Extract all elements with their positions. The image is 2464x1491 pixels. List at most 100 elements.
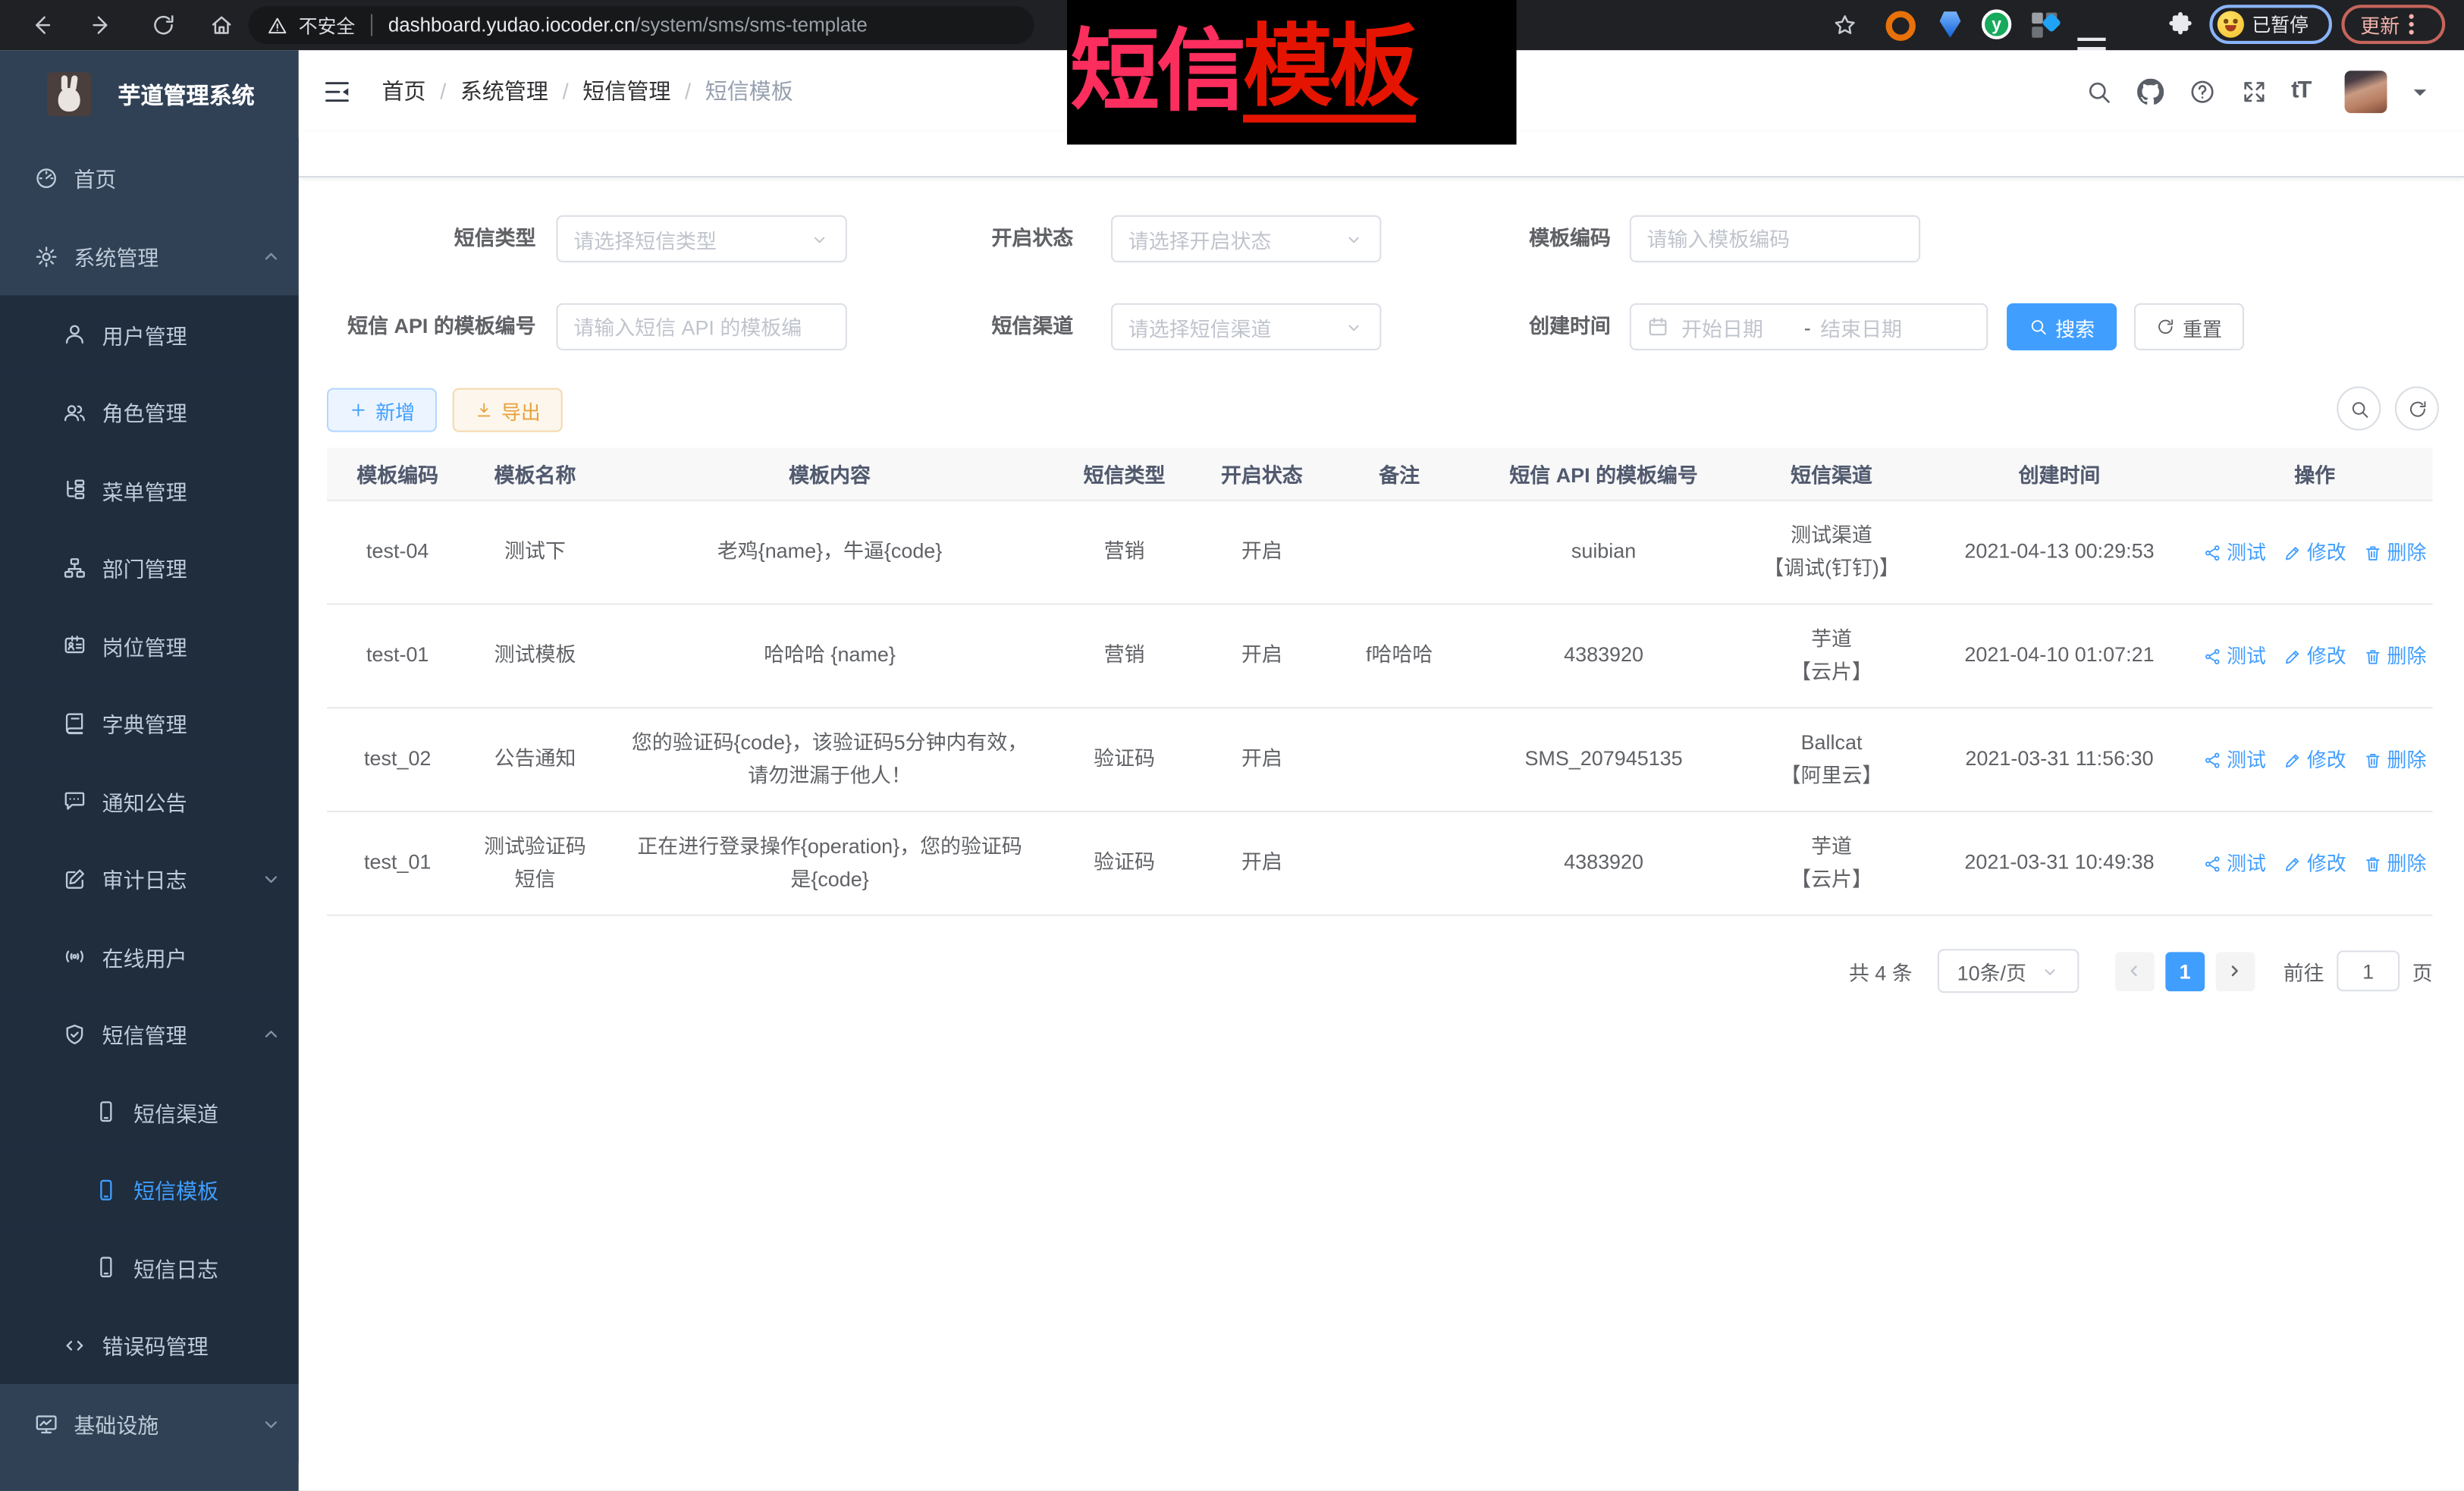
prev-page-button[interactable] bbox=[2115, 951, 2155, 990]
breadcrumb-system[interactable]: 系统管理 bbox=[460, 75, 548, 106]
sidebar-item-dict-mgmt[interactable]: 字典管理 bbox=[0, 684, 299, 762]
browser-update-chip[interactable]: 更新 bbox=[2341, 5, 2445, 44]
sidebar-item-sms-mgmt[interactable]: 短信管理 bbox=[0, 995, 299, 1073]
sidebar-item-post-mgmt[interactable]: 岗位管理 bbox=[0, 607, 299, 685]
end-date-placeholder: 结束日期 bbox=[1820, 312, 1933, 341]
api-template-id-input[interactable] bbox=[557, 303, 847, 350]
sidebar-item-error-code-mgmt[interactable]: 错误码管理 bbox=[0, 1307, 299, 1385]
cell-code: test_02 bbox=[327, 743, 468, 776]
cell-actions: 测试修改删除 bbox=[2197, 848, 2433, 879]
cell-content: 老鸡{name}，牛逼{code} bbox=[602, 536, 1058, 569]
avatar-caret-icon[interactable] bbox=[2414, 89, 2427, 102]
goto-page-input[interactable] bbox=[2337, 950, 2400, 991]
cell-channel: 芋道【云片】 bbox=[1741, 830, 1922, 896]
refresh-icon bbox=[2406, 398, 2427, 419]
breadcrumb-home[interactable]: 首页 bbox=[382, 75, 426, 106]
browser-forward-icon[interactable] bbox=[89, 13, 115, 38]
browser-profile-chip[interactable]: 已暂停 bbox=[2209, 5, 2332, 44]
browser-reload-icon[interactable] bbox=[151, 13, 176, 38]
msg-icon bbox=[63, 789, 86, 812]
extension-pin-icon[interactable] bbox=[1939, 11, 1961, 38]
sidebar-item-dept-mgmt[interactable]: 部门管理 bbox=[0, 529, 299, 607]
fullscreen-icon[interactable] bbox=[2241, 79, 2268, 105]
extensions-puzzle-icon[interactable] bbox=[2167, 11, 2193, 38]
table-row: test_02公告通知您的验证码{code}，该验证码5分钟内有效，请勿泄漏于他… bbox=[327, 708, 2433, 812]
edit-link[interactable]: 修改 bbox=[2284, 848, 2346, 879]
next-page-button[interactable] bbox=[2216, 951, 2255, 990]
sidebar-item-sms-template[interactable]: 短信模板 bbox=[0, 1150, 299, 1229]
extension-y-icon[interactable]: y bbox=[1982, 9, 2011, 39]
status-select[interactable]: 请选择开启状态 bbox=[1111, 215, 1381, 262]
sidebar-item-online-users[interactable]: 在线用户 bbox=[0, 918, 299, 996]
browser-home-icon[interactable] bbox=[209, 13, 234, 38]
github-icon[interactable] bbox=[2137, 79, 2164, 105]
edit-link[interactable]: 修改 bbox=[2284, 640, 2346, 671]
sidebar-item-sms-channel[interactable]: 短信渠道 bbox=[0, 1073, 299, 1151]
bookmark-star-icon[interactable] bbox=[1832, 13, 1857, 38]
url-text: dashboard.yudao.iocoder.cn/system/sms/sm… bbox=[388, 14, 868, 36]
col-remark: 备注 bbox=[1332, 447, 1466, 499]
cell-status: 开启 bbox=[1191, 536, 1332, 569]
date-range-picker[interactable]: 开始日期 - 结束日期 bbox=[1630, 303, 1988, 350]
search-button[interactable]: 搜索 bbox=[2007, 303, 2117, 350]
test-link[interactable]: 测试 bbox=[2203, 536, 2266, 567]
font-size-icon[interactable]: tT bbox=[2291, 77, 2310, 104]
refresh-table-button[interactable] bbox=[2395, 387, 2439, 431]
export-button[interactable]: 导出 bbox=[453, 388, 563, 432]
reset-button[interactable]: 重置 bbox=[2134, 303, 2244, 350]
edit-link[interactable]: 修改 bbox=[2284, 744, 2346, 775]
sidebar-collapse-icon[interactable] bbox=[322, 77, 352, 107]
sidebar-item-sms-log[interactable]: 短信日志 bbox=[0, 1229, 299, 1307]
sidebar-item-system-mgmt[interactable]: 系统管理 bbox=[0, 217, 299, 296]
cell-created: 2021-04-10 01:07:21 bbox=[1922, 639, 2197, 672]
sms-type-select[interactable]: 请选择短信类型 bbox=[557, 215, 847, 262]
sidebar-item-home[interactable]: 首页 bbox=[0, 138, 299, 217]
template-code-input[interactable] bbox=[1630, 215, 1920, 262]
address-bar[interactable]: 不安全 dashboard.yudao.iocoder.cn/system/sm… bbox=[248, 6, 1034, 44]
chevron-down-icon bbox=[809, 228, 830, 249]
add-button[interactable]: 新增 bbox=[327, 388, 437, 432]
page-size-select[interactable]: 10条/页 bbox=[1938, 949, 2079, 993]
col-name: 模板名称 bbox=[468, 447, 601, 499]
extension-donut-icon[interactable] bbox=[1886, 11, 1916, 41]
app-logo[interactable]: 芋道管理系统 bbox=[0, 50, 299, 138]
user-avatar[interactable] bbox=[2345, 71, 2387, 113]
sidebar-item-infrastructure[interactable]: 基础设施 bbox=[0, 1384, 299, 1463]
delete-link[interactable]: 删除 bbox=[2363, 848, 2426, 879]
pen-icon bbox=[2284, 854, 2302, 873]
table-body: test-04测试下老鸡{name}，牛逼{code}营销开启suibian测试… bbox=[327, 501, 2433, 916]
delete-link[interactable]: 删除 bbox=[2363, 744, 2426, 775]
sidebar-item-audit-log[interactable]: 审计日志 bbox=[0, 840, 299, 918]
cell-name: 公告通知 bbox=[468, 743, 601, 776]
cell-api-template-id: SMS_207945135 bbox=[1466, 743, 1741, 776]
header-search-icon[interactable] bbox=[2086, 79, 2112, 105]
chevron-down-icon bbox=[2039, 961, 2060, 981]
channel-label: 短信渠道 bbox=[935, 303, 1073, 350]
test-link[interactable]: 测试 bbox=[2203, 744, 2266, 775]
sidebar-item-notice[interactable]: 通知公告 bbox=[0, 762, 299, 840]
toggle-search-button[interactable] bbox=[2337, 387, 2381, 431]
cell-remark: f哈哈哈 bbox=[1332, 639, 1466, 672]
browser-menu-icon[interactable] bbox=[2409, 14, 2414, 35]
delete-link[interactable]: 删除 bbox=[2363, 536, 2426, 567]
sidebar-item-label: 短信管理 bbox=[102, 1019, 187, 1050]
sidebar-item-label: 岗位管理 bbox=[102, 629, 187, 661]
sidebar-item-menu-mgmt[interactable]: 菜单管理 bbox=[0, 451, 299, 529]
trash-icon bbox=[2363, 854, 2382, 873]
col-created: 创建时间 bbox=[1922, 447, 2197, 499]
chevron-down-icon bbox=[1344, 316, 1364, 337]
extension-grid-icon[interactable] bbox=[2032, 13, 2057, 38]
delete-link[interactable]: 删除 bbox=[2363, 640, 2426, 671]
channel-select[interactable]: 请选择短信渠道 bbox=[1111, 303, 1381, 350]
page-1-button[interactable]: 1 bbox=[2165, 951, 2205, 990]
sidebar-item-user-mgmt[interactable]: 用户管理 bbox=[0, 295, 299, 373]
cell-actions: 测试修改删除 bbox=[2197, 640, 2433, 671]
test-link[interactable]: 测试 bbox=[2203, 848, 2266, 879]
edit-link[interactable]: 修改 bbox=[2284, 536, 2346, 567]
help-icon[interactable] bbox=[2189, 79, 2215, 105]
sidebar-item-role-mgmt[interactable]: 角色管理 bbox=[0, 373, 299, 451]
breadcrumb-sms[interactable]: 短信管理 bbox=[582, 75, 670, 106]
share-icon bbox=[2203, 854, 2222, 873]
browser-back-icon[interactable] bbox=[28, 13, 53, 38]
test-link[interactable]: 测试 bbox=[2203, 640, 2266, 671]
